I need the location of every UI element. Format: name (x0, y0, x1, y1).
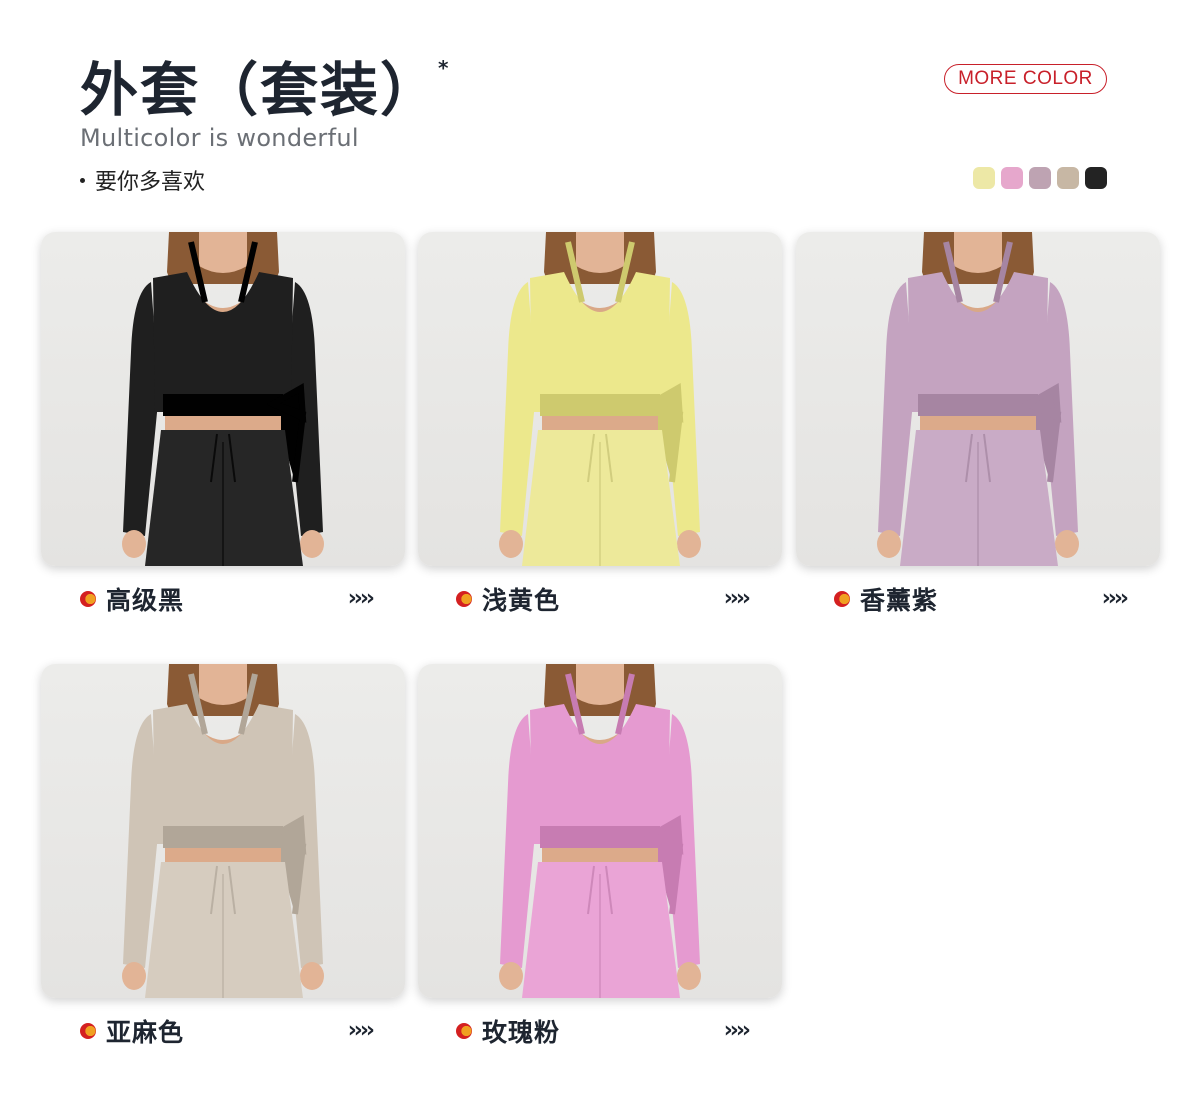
waist-sash (918, 394, 1038, 416)
model-midriff (165, 416, 281, 432)
product-name: 浅黄色 (482, 586, 561, 615)
product-name: 香薰紫 (860, 586, 939, 615)
model-midriff (920, 416, 1036, 432)
right-hand (300, 962, 324, 990)
right-hand (1055, 530, 1079, 558)
product-card-pink[interactable] (418, 664, 782, 998)
wrap-top (530, 272, 670, 412)
product-label-row: 浅黄色 ›››› (456, 582, 756, 616)
tagline-text: 要你多喜欢 (95, 170, 206, 195)
color-swatches (973, 167, 1107, 189)
left-hand (122, 530, 146, 558)
model-neck (576, 664, 624, 705)
wrap-top (153, 272, 293, 412)
color-dot-icon (834, 591, 850, 607)
product-name: 高级黑 (106, 586, 185, 615)
left-hand (122, 962, 146, 990)
model-midriff (165, 848, 281, 864)
more-arrows-icon[interactable]: ›››› (348, 1018, 375, 1043)
swatch-black[interactable] (1085, 167, 1107, 189)
swatch-purple[interactable] (1029, 167, 1051, 189)
swatch-linen[interactable] (1057, 167, 1079, 189)
left-hand (499, 962, 523, 990)
model-neck (576, 232, 624, 273)
model-photo (499, 232, 701, 566)
product-card-purple[interactable] (796, 232, 1160, 566)
left-hand (499, 530, 523, 558)
product-label-row: 香薰紫 ›››› (834, 582, 1134, 616)
color-dot-icon (456, 591, 472, 607)
product-card-yellow[interactable] (418, 232, 782, 566)
product-name: 亚麻色 (106, 1018, 185, 1047)
more-arrows-icon[interactable]: ›››› (348, 586, 375, 611)
model-photo (122, 232, 324, 566)
product-label-row: 高级黑 ›››› (80, 582, 380, 616)
model-neck (954, 232, 1002, 273)
swatch-pink[interactable] (1001, 167, 1023, 189)
more-color-button[interactable]: MORE COLOR (944, 64, 1107, 94)
right-hand (300, 530, 324, 558)
waist-sash (540, 826, 660, 848)
tagline: 要你多喜欢 (80, 164, 205, 196)
color-dot-icon (80, 1023, 96, 1039)
product-name: 玫瑰粉 (482, 1018, 561, 1047)
page-subtitle: Multicolor is wonderful (80, 124, 359, 152)
product-label-row: 亚麻色 ›››› (80, 1014, 380, 1048)
model-midriff (542, 416, 658, 432)
model-photo (499, 664, 701, 998)
product-card-linen[interactable] (41, 664, 405, 998)
model-neck (199, 664, 247, 705)
model-neck (199, 232, 247, 273)
title-asterisk: * (438, 56, 449, 80)
left-hand (877, 530, 901, 558)
page-title: 外套（套装） (80, 56, 441, 124)
swatch-yellow[interactable] (973, 167, 995, 189)
color-dot-icon (456, 1023, 472, 1039)
more-arrows-icon[interactable]: ›››› (724, 1018, 751, 1043)
right-hand (677, 962, 701, 990)
wrap-top (530, 704, 670, 844)
waist-sash (163, 826, 283, 848)
model-photo (877, 232, 1079, 566)
wrap-top (153, 704, 293, 844)
waist-sash (163, 394, 283, 416)
model-photo (122, 664, 324, 998)
product-card-black[interactable] (41, 232, 405, 566)
right-hand (677, 530, 701, 558)
color-dot-icon (80, 591, 96, 607)
more-arrows-icon[interactable]: ›››› (724, 586, 751, 611)
more-arrows-icon[interactable]: ›››› (1102, 586, 1129, 611)
product-label-row: 玫瑰粉 ›››› (456, 1014, 756, 1048)
wrap-top (908, 272, 1048, 412)
bullet-dot-icon (80, 177, 85, 183)
waist-sash (540, 394, 660, 416)
model-midriff (542, 848, 658, 864)
